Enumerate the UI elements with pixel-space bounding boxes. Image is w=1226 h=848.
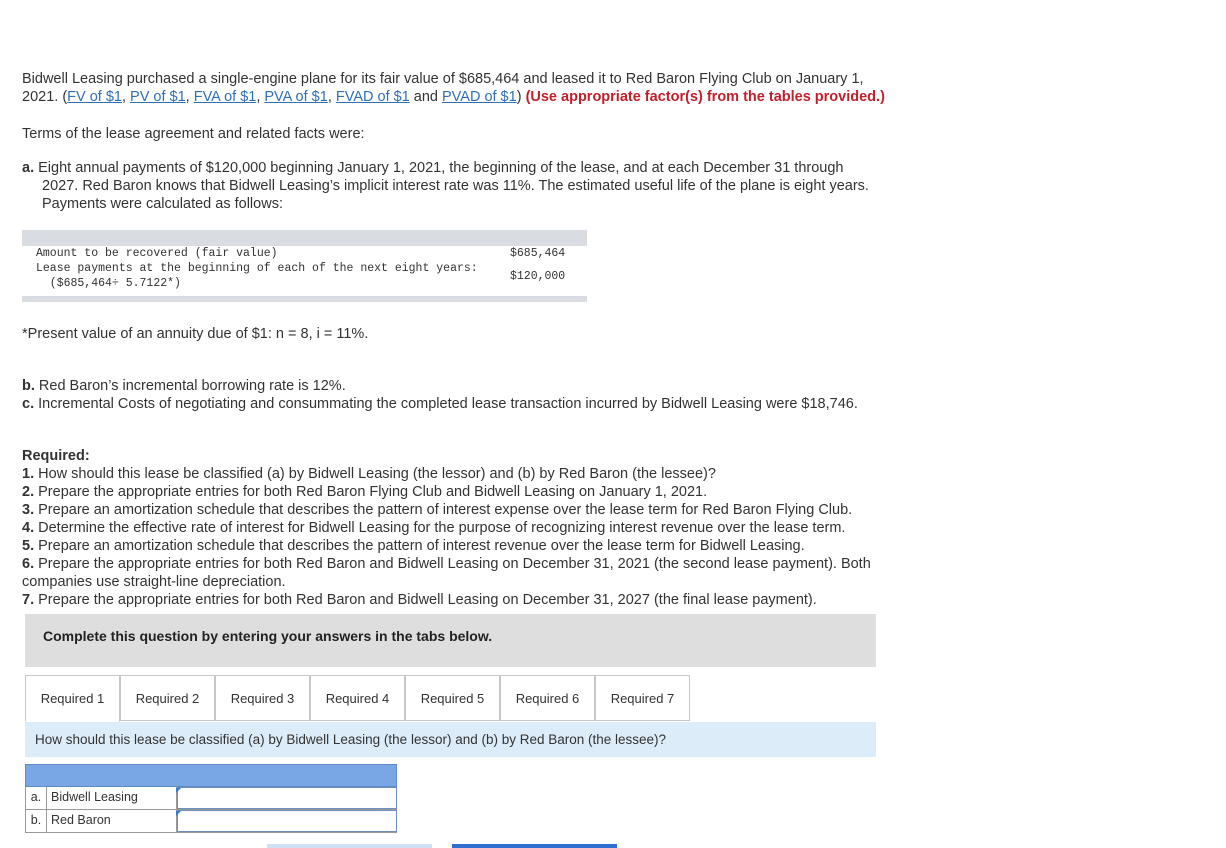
dropdown-flag-icon [176, 788, 181, 793]
classification-input-red-baron[interactable] [177, 810, 397, 832]
tab-required-6[interactable]: Required 6 [500, 675, 595, 721]
answer-row-label: Red Baron [51, 813, 111, 827]
answer-cell [176, 787, 397, 809]
required-item-5: 5. Prepare an amortization schedule that… [22, 538, 805, 554]
tab-required-7[interactable]: Required 7 [595, 675, 690, 721]
tab-required-3[interactable]: Required 3 [215, 675, 310, 721]
link-fvad-of-1[interactable]: FVAD of $1 [336, 89, 410, 105]
tab-required-4[interactable]: Required 4 [310, 675, 405, 721]
question-prompt: How should this lease be classified (a) … [25, 722, 876, 757]
fact-c-text: Incremental Costs of negotiating and con… [38, 396, 858, 412]
answer-row-label: Bidwell Leasing [51, 790, 138, 804]
required-item-1: 1. How should this lease be classified (… [22, 466, 716, 482]
answer-row-letter: b. [26, 810, 47, 832]
calc-row-1-label: Amount to be recovered (fair value) [36, 247, 278, 260]
calc-row-2-label: Lease payments at the beginning of each … [36, 262, 478, 275]
fact-b: b. Red Baron’s incremental borrowing rat… [22, 377, 346, 395]
calc-row-2-value: $120,000 [510, 270, 566, 283]
next-button[interactable] [452, 844, 617, 848]
answer-row-bidwell: a. Bidwell Leasing [25, 787, 397, 810]
intro-line-2: 2021. (FV of $1, PV of $1, FVA of $1, PV… [22, 89, 885, 105]
fact-b-letter: b. [22, 378, 35, 394]
required-item-7: 7. Prepare the appropriate entries for b… [22, 592, 817, 608]
terms-heading: Terms of the lease agreement and related… [22, 126, 365, 142]
link-pva-of-1[interactable]: PVA of $1 [264, 89, 327, 105]
previous-button[interactable] [267, 844, 432, 848]
fact-c: c. Incremental Costs of negotiating and … [22, 395, 858, 413]
required-item-2: 2. Prepare the appropriate entries for b… [22, 484, 708, 500]
calc-row-1-value: $685,464 [510, 247, 566, 260]
answer-cell [176, 810, 397, 832]
required-tabs: Required 1 Required 2 Required 3 Require… [25, 675, 876, 723]
payment-calculation-table: Amount to be recovered (fair value) $685… [22, 230, 587, 302]
dropdown-flag-icon [176, 811, 181, 816]
classification-input-bidwell[interactable] [177, 787, 397, 809]
fact-c-letter: c. [22, 396, 35, 412]
fact-b-text: Red Baron’s incremental borrowing rate i… [38, 378, 346, 394]
complete-question-banner: Complete this question by entering your … [25, 614, 876, 667]
link-pv-of-1[interactable]: PV of $1 [130, 89, 186, 105]
tab-required-1[interactable]: Required 1 [25, 675, 120, 722]
intro-paragraph: Bidwell Leasing purchased a single-engin… [22, 70, 885, 106]
tab-required-2[interactable]: Required 2 [120, 675, 215, 721]
required-item-6: 6. Prepare the appropriate entries for b… [22, 556, 871, 572]
instruction-text: (Use appropriate factor(s) from the tabl… [525, 89, 885, 105]
required-item-3: 3. Prepare an amortization schedule that… [22, 502, 853, 518]
required-item-4: 4. Determine the effective rate of inter… [22, 520, 846, 536]
required-list: Required: 1. How should this lease be cl… [22, 447, 871, 609]
fact-a: a. Eight annual payments of $120,000 beg… [22, 159, 869, 213]
intro-line-1: Bidwell Leasing purchased a single-engin… [22, 71, 864, 87]
fact-a-letter: a. [22, 160, 35, 176]
link-fv-of-1[interactable]: FV of $1 [67, 89, 122, 105]
answer-row-letter: a. [26, 787, 47, 809]
link-fva-of-1[interactable]: FVA of $1 [194, 89, 257, 105]
required-heading: Required: [22, 448, 90, 464]
required-item-6-continued: companies use straight-line depreciation… [22, 574, 286, 590]
link-pvad-of-1[interactable]: PVAD of $1 [442, 89, 517, 105]
fact-a-line-3: Payments were calculated as follows: [42, 196, 283, 212]
fact-a-line-2: 2027. Red Baron knows that Bidwell Leasi… [42, 178, 869, 194]
answer-row-red-baron: b. Red Baron [25, 810, 397, 833]
calc-row-3-label: ($685,464÷ 5.7122*) [36, 277, 181, 290]
answer-table-header [25, 764, 397, 787]
fact-a-line-1: Eight annual payments of $120,000 beginn… [38, 160, 844, 176]
answer-table: a. Bidwell Leasing b. Red Baron [25, 764, 397, 833]
footnote: *Present value of an annuity due of $1: … [22, 326, 369, 342]
tab-required-5[interactable]: Required 5 [405, 675, 500, 721]
